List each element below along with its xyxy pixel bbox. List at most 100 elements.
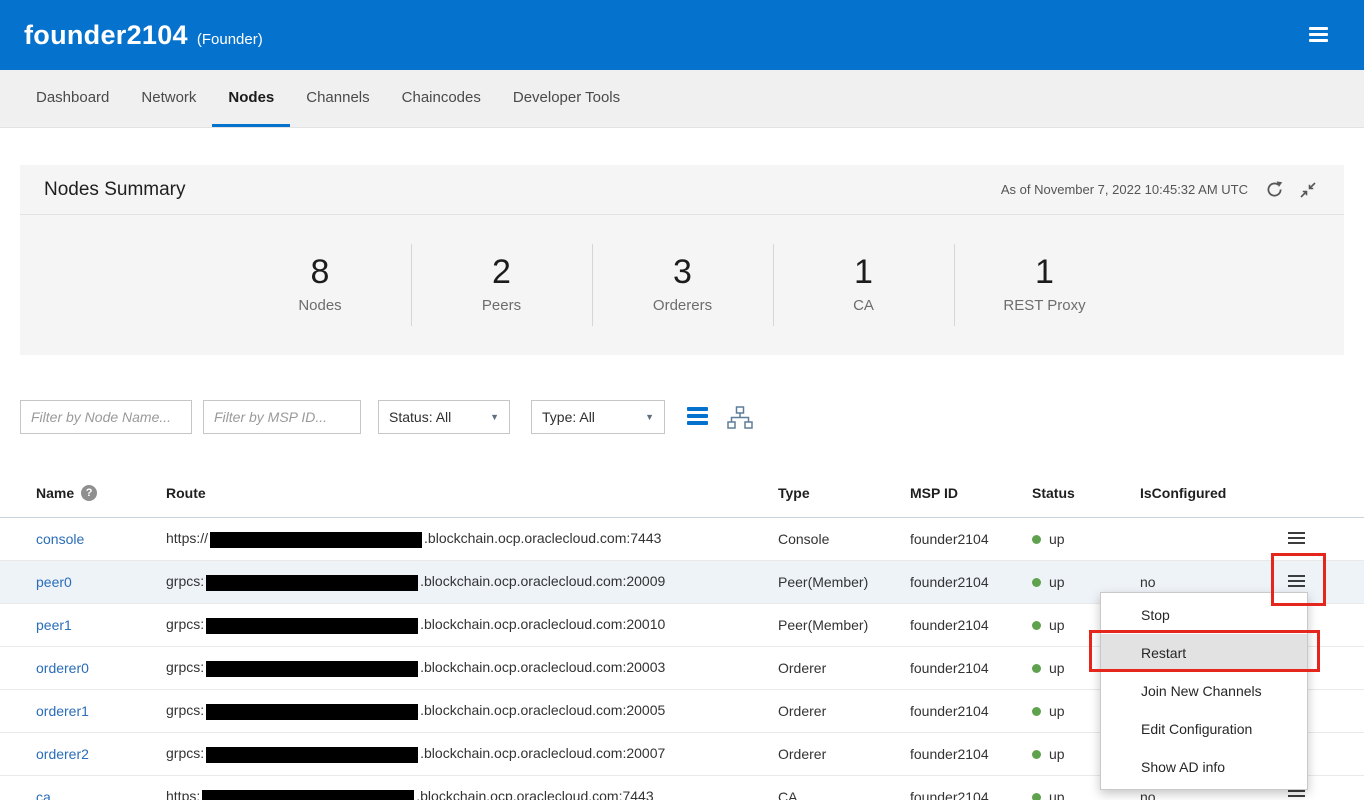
node-status: up xyxy=(1032,531,1140,547)
status-filter-select[interactable]: Status: All ▼ xyxy=(378,400,510,434)
status-text: up xyxy=(1049,660,1065,676)
stat-nodes-label: Nodes xyxy=(230,297,411,314)
help-icon[interactable]: ? xyxy=(81,485,97,501)
node-type: Orderer xyxy=(778,746,910,762)
nodes-summary-panel: Nodes Summary As of November 7, 2022 10:… xyxy=(20,165,1344,355)
global-menu-icon[interactable] xyxy=(1309,27,1328,45)
node-route: https:.blockchain.ocp.oraclecloud.com:74… xyxy=(166,788,778,800)
status-up-dot xyxy=(1032,707,1041,716)
menu-item-restart[interactable]: Restart xyxy=(1101,634,1307,672)
panel-title: Nodes Summary xyxy=(44,179,186,201)
route-prefix: grpcs: xyxy=(166,702,204,718)
tab-nodes[interactable]: Nodes xyxy=(212,70,290,127)
type-filter-value: Type: All xyxy=(542,409,595,425)
route-prefix: grpcs: xyxy=(166,573,204,589)
list-view-icon[interactable] xyxy=(687,407,708,428)
node-route: grpcs: .blockchain.ocp.oraclecloud.com:20… xyxy=(166,573,778,590)
stat-peers-value: 2 xyxy=(412,252,592,293)
tab-network[interactable]: Network xyxy=(125,70,212,127)
node-isconfigured: no xyxy=(1140,574,1262,590)
menu-item-join-new-channels[interactable]: Join New Channels xyxy=(1101,672,1307,710)
app-header: founder2104 (Founder) xyxy=(0,0,1364,70)
route-suffix: .blockchain.ocp.oraclecloud.com:20010 xyxy=(420,616,665,632)
row-actions-menu-icon[interactable] xyxy=(1288,790,1305,800)
redaction-bar xyxy=(206,704,418,720)
status-up-dot xyxy=(1032,621,1041,630)
stat-rest-proxy-label: REST Proxy xyxy=(955,297,1135,314)
node-name-link[interactable]: peer1 xyxy=(36,617,166,633)
node-msp-id: founder2104 xyxy=(910,789,1032,800)
stat-orderers: 3 Orderers xyxy=(592,244,773,327)
app-title: founder2104 xyxy=(24,20,188,51)
route-suffix: .blockchain.ocp.oraclecloud.com:7443 xyxy=(416,788,653,800)
stat-orderers-label: Orderers xyxy=(593,297,773,314)
route-suffix: .blockchain.ocp.oraclecloud.com:20009 xyxy=(420,573,665,589)
collapse-panel-icon[interactable] xyxy=(1296,178,1320,202)
stat-rest-proxy-value: 1 xyxy=(955,252,1135,293)
node-name-filter-input[interactable] xyxy=(20,400,192,434)
node-msp-id: founder2104 xyxy=(910,746,1032,762)
status-up-dot xyxy=(1032,793,1041,800)
node-status: up xyxy=(1032,789,1140,800)
msp-id-filter-input[interactable] xyxy=(203,400,361,434)
view-toggles xyxy=(687,406,753,429)
node-name-link[interactable]: orderer1 xyxy=(36,703,166,719)
app-subtitle: (Founder) xyxy=(197,23,263,48)
column-header-name-label: Name xyxy=(36,485,74,501)
type-filter-select[interactable]: Type: All ▼ xyxy=(531,400,665,434)
tab-channels[interactable]: Channels xyxy=(290,70,385,127)
route-suffix: .blockchain.ocp.oraclecloud.com:20007 xyxy=(420,745,665,761)
node-msp-id: founder2104 xyxy=(910,660,1032,676)
node-type: Orderer xyxy=(778,703,910,719)
route-suffix: .blockchain.ocp.oraclecloud.com:20003 xyxy=(420,659,665,675)
table-row: console https:// .blockchain.ocp.oraclecl… xyxy=(0,518,1364,561)
route-prefix: https:// xyxy=(166,530,208,546)
tab-bar: Dashboard Network Nodes Channels Chainco… xyxy=(0,70,1364,128)
node-route: grpcs:.blockchain.ocp.oraclecloud.com:20… xyxy=(166,745,778,762)
node-name-link[interactable]: orderer2 xyxy=(36,746,166,762)
refresh-icon[interactable] xyxy=(1262,178,1286,202)
node-name-link[interactable]: ca xyxy=(36,789,166,800)
node-type: Peer(Member) xyxy=(778,574,910,590)
tab-developer-tools[interactable]: Developer Tools xyxy=(497,70,636,127)
redaction-bar xyxy=(206,618,418,634)
status-text: up xyxy=(1049,531,1065,547)
stat-nodes-value: 8 xyxy=(230,252,411,293)
menu-item-edit-configuration[interactable]: Edit Configuration xyxy=(1101,710,1307,748)
node-msp-id: founder2104 xyxy=(910,617,1032,633)
summary-stats: 8 Nodes 2 Peers 3 Orderers 1 CA 1 REST P… xyxy=(20,215,1344,355)
tab-dashboard[interactable]: Dashboard xyxy=(20,70,125,127)
column-header-msp-id: MSP ID xyxy=(910,485,1032,501)
route-suffix: .blockchain.ocp.oraclecloud.com:7443 xyxy=(424,530,661,546)
topology-view-icon[interactable] xyxy=(727,406,753,429)
node-route: https:// .blockchain.ocp.oraclecloud.com:… xyxy=(166,530,778,547)
node-type: CA xyxy=(778,789,910,800)
status-up-dot xyxy=(1032,535,1041,544)
node-route: grpcs:.blockchain.ocp.oraclecloud.com:20… xyxy=(166,616,778,633)
menu-item-stop[interactable]: Stop xyxy=(1101,596,1307,634)
stat-peers-label: Peers xyxy=(412,297,592,314)
status-text: up xyxy=(1049,789,1065,800)
node-name-link[interactable]: orderer0 xyxy=(36,660,166,676)
status-up-dot xyxy=(1032,664,1041,673)
node-route: grpcs: .blockchain.ocp.oraclecloud.com:20… xyxy=(166,702,778,719)
status-up-dot xyxy=(1032,750,1041,759)
route-suffix: .blockchain.ocp.oraclecloud.com:20005 xyxy=(420,702,665,718)
row-actions-menu-icon[interactable] xyxy=(1288,575,1305,590)
stat-orderers-value: 3 xyxy=(593,252,773,293)
column-header-isconfigured: IsConfigured xyxy=(1140,485,1262,501)
node-msp-id: founder2104 xyxy=(910,574,1032,590)
redaction-bar xyxy=(206,575,418,591)
filter-bar: Status: All ▼ Type: All ▼ xyxy=(20,400,1364,434)
node-type: Peer(Member) xyxy=(778,617,910,633)
row-actions-menu-icon[interactable] xyxy=(1288,532,1305,547)
table-header-row: Name ? Route Type MSP ID Status IsConfig… xyxy=(0,468,1364,518)
tab-chaincodes[interactable]: Chaincodes xyxy=(386,70,497,127)
status-text: up xyxy=(1049,746,1065,762)
route-prefix: grpcs: xyxy=(166,659,204,675)
node-type: Console xyxy=(778,531,910,547)
menu-item-show-ad-info[interactable]: Show AD info xyxy=(1101,748,1307,786)
node-name-link[interactable]: peer0 xyxy=(36,574,166,590)
as-of-timestamp: As of November 7, 2022 10:45:32 AM UTC xyxy=(1001,182,1248,197)
node-name-link[interactable]: console xyxy=(36,531,166,547)
